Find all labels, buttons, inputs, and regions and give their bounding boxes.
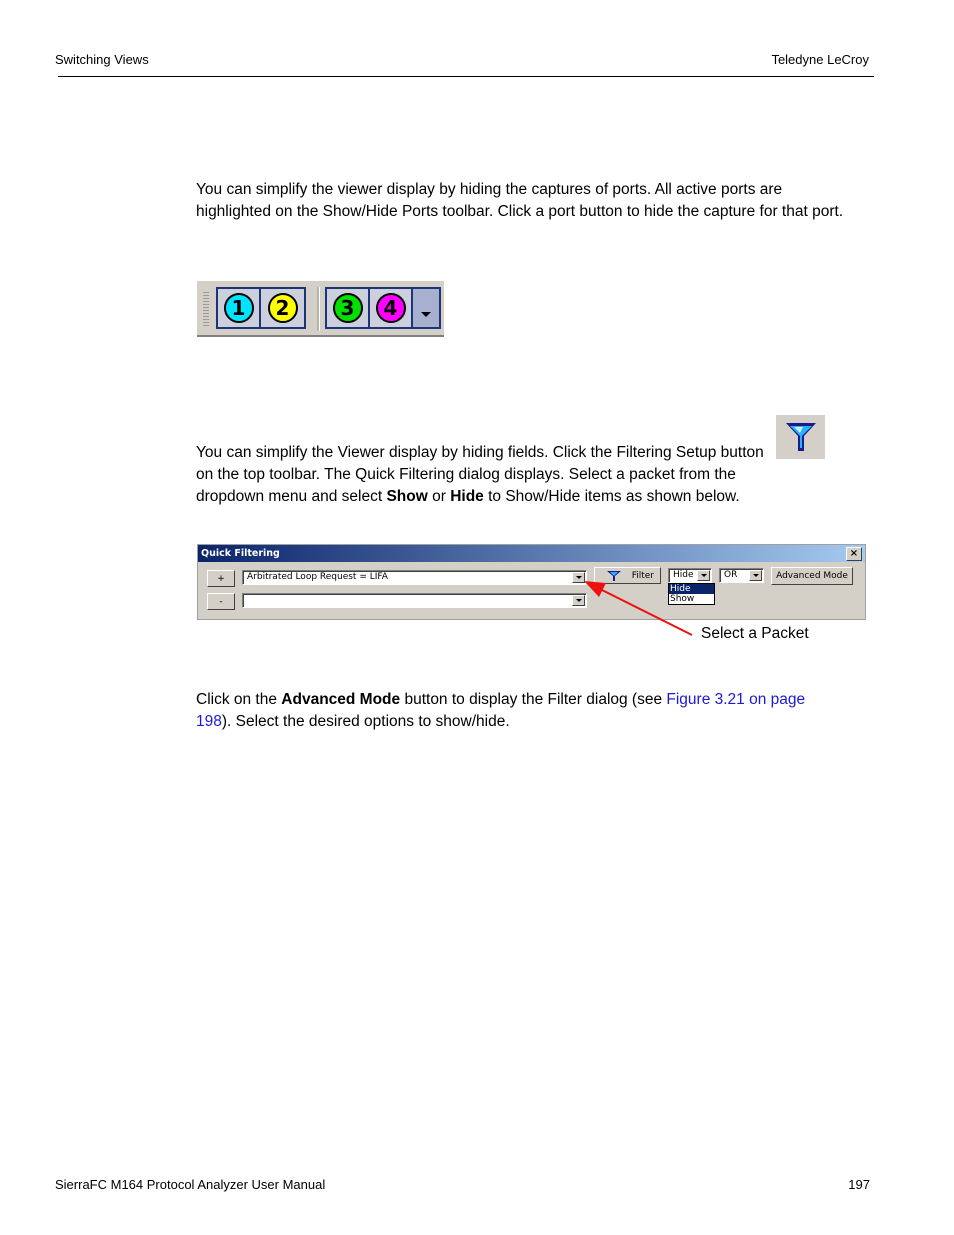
add-row-button[interactable]: + (207, 570, 235, 587)
filter-button[interactable]: Filter (594, 567, 661, 584)
header-rule (58, 76, 874, 77)
port-2-icon: 2 (267, 293, 298, 323)
toolbar-separator (317, 287, 320, 331)
dropdown-arrow-icon[interactable] (572, 595, 585, 606)
port-4-icon: 4 (375, 293, 406, 323)
callout-label: Select a Packet (701, 625, 809, 642)
mode-option-hide[interactable]: Hide (669, 584, 714, 594)
logic-select[interactable]: OR (719, 568, 764, 583)
page-number: 197 (848, 1177, 870, 1192)
mode-option-show[interactable]: Show (669, 594, 714, 604)
quick-filtering-dialog: Quick Filtering × + - Arbitrated Loop Re… (197, 544, 866, 620)
footer-manual-title: SierraFC M164 Protocol Analyzer User Man… (55, 1177, 326, 1192)
header-section: Switching Views (55, 52, 149, 67)
mode-select[interactable]: Hide (668, 568, 712, 583)
show-hide-ports-toolbar: 1 2 3 4 (197, 281, 444, 337)
close-button[interactable]: × (846, 547, 862, 561)
dialog-title: Quick Filtering (201, 548, 280, 559)
filter-paragraph: You can simplify the Viewer display by h… (196, 444, 764, 505)
dropdown-arrow-icon[interactable] (749, 570, 762, 581)
funnel-icon (607, 570, 621, 581)
dialog-title-bar: Quick Filtering × (198, 545, 865, 562)
port-1-icon: 1 (223, 293, 254, 323)
port-3-icon: 3 (332, 293, 363, 323)
ports-paragraph: You can simplify the viewer display by h… (196, 181, 844, 220)
port-1-button[interactable]: 1 (218, 289, 261, 327)
chevron-down-icon (421, 312, 431, 317)
remove-row-button[interactable]: - (207, 593, 235, 610)
port-2-button[interactable]: 2 (261, 289, 304, 327)
advanced-mode-button[interactable]: Advanced Mode (771, 567, 853, 585)
advanced-paragraph: Click on the Advanced Mode button to dis… (196, 691, 806, 730)
header-company: Teledyne LeCroy (771, 52, 869, 67)
port-4-button[interactable]: 4 (370, 289, 413, 327)
mode-dropdown-list: Hide Show (668, 583, 715, 605)
port-group-1: 1 2 (216, 287, 306, 329)
port-3-button[interactable]: 3 (327, 289, 370, 327)
filtering-setup-icon (776, 415, 825, 459)
dropdown-arrow-icon[interactable] (697, 570, 710, 581)
port-group-2: 3 4 (325, 287, 441, 329)
dropdown-arrow-icon[interactable] (572, 572, 585, 583)
toolbar-overflow-button[interactable] (413, 289, 439, 327)
toolbar-grip-handle[interactable] (203, 292, 209, 326)
packet-select-1[interactable]: Arbitrated Loop Request = LIFA (242, 570, 587, 585)
packet-select-2[interactable] (242, 593, 587, 608)
